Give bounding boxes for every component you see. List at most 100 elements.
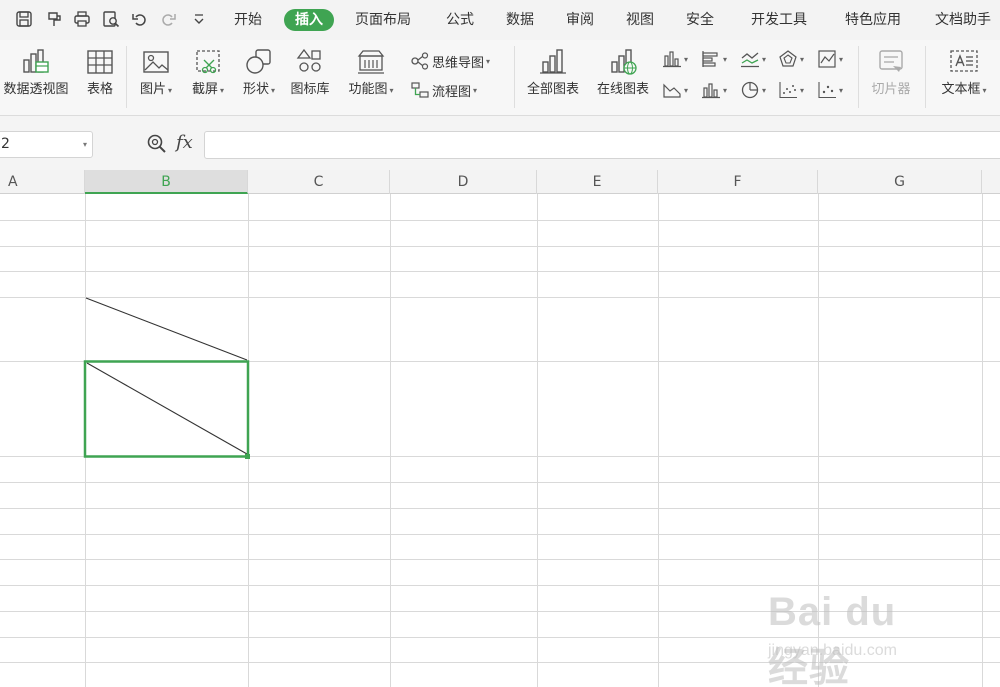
- redo-icon[interactable]: [158, 9, 178, 29]
- online-charts-label: 在线图表: [596, 82, 649, 97]
- formula-input[interactable]: [204, 131, 1000, 159]
- function-chart-button[interactable]: 功能图 ▾: [343, 46, 399, 99]
- icon-library-label: 图标库: [290, 82, 330, 97]
- chevron-down-icon: ▾: [762, 85, 767, 95]
- tab-special[interactable]: 特色应用: [845, 9, 901, 31]
- flowchart-button[interactable]: 流程图 ▾: [410, 80, 477, 100]
- table-label: 表格: [86, 82, 113, 97]
- textbox-button[interactable]: 文本框 ▾: [933, 46, 995, 99]
- customize-icon[interactable]: [189, 9, 209, 29]
- chevron-down-icon: ▾: [800, 54, 805, 64]
- tab-developer[interactable]: 开发工具: [751, 9, 807, 31]
- scatter-chart-dropdown[interactable]: ▾: [778, 80, 818, 100]
- radar-chart-dropdown[interactable]: ▾: [778, 49, 818, 69]
- tab-insert[interactable]: 插入: [284, 9, 334, 31]
- column-header-a[interactable]: A: [0, 170, 85, 194]
- tab-doc-assistant[interactable]: 文档助手: [935, 9, 991, 31]
- tab-page-layout[interactable]: 页面布局: [355, 9, 411, 31]
- chevron-down-icon: ▾: [389, 86, 394, 95]
- pivot-chart-label: 数据透视图: [3, 82, 69, 97]
- ribbon-separator: [858, 46, 859, 108]
- column-header-e[interactable]: E: [537, 170, 658, 194]
- name-box-value: 2: [1, 136, 10, 152]
- column-header-f[interactable]: F: [658, 170, 818, 194]
- picture-button[interactable]: 图片 ▾: [133, 46, 179, 99]
- screenshot-button[interactable]: 截屏 ▾: [185, 46, 231, 99]
- column-chart-icon: [663, 51, 681, 68]
- radar-chart-icon: [779, 50, 797, 67]
- column-header-g[interactable]: G: [818, 170, 982, 194]
- slicer-button[interactable]: 切片器: [866, 46, 916, 98]
- stock-chart-icon: [818, 50, 836, 68]
- line-chart-dropdown[interactable]: ▾: [740, 49, 780, 69]
- tab-data[interactable]: 数据: [506, 9, 534, 31]
- chevron-down-icon: ▾: [723, 54, 728, 64]
- pie-chart-dropdown[interactable]: ▾: [740, 80, 780, 100]
- bar-chart-icon: [540, 49, 566, 74]
- pivot-chart-icon: [23, 49, 49, 73]
- chevron-down-icon: ▾: [684, 85, 689, 95]
- format-painter-icon[interactable]: [44, 9, 64, 29]
- ribbon-insert: 数据透视图 表格 图片 ▾ 截屏 ▾ 形状 ▾ 图标库 功能图 ▾ 思维导图 ▾ 流程图 ▾…: [0, 40, 1000, 116]
- flowchart-icon: [411, 82, 429, 98]
- chevron-down-icon: ▾: [486, 56, 491, 66]
- column-header-b[interactable]: B: [85, 170, 248, 194]
- all-charts-button[interactable]: 全部图表: [522, 46, 584, 98]
- screenshot-label: 截屏: [191, 82, 218, 97]
- icon-library-button[interactable]: 图标库: [287, 46, 333, 98]
- tab-formulas[interactable]: 公式: [446, 9, 474, 31]
- chevron-down-icon: ▾: [684, 54, 689, 64]
- watermark-url: jingyan.baidu.com: [768, 642, 897, 659]
- chevron-down-icon: ▾: [839, 85, 844, 95]
- tab-start[interactable]: 开始: [234, 9, 262, 31]
- undo-icon[interactable]: [130, 9, 150, 29]
- name-box[interactable]: 2 ▾: [0, 131, 93, 158]
- combo-chart-icon: [702, 83, 720, 99]
- bar-chart-dropdown[interactable]: ▾: [701, 49, 741, 69]
- pie-chart-icon: [741, 81, 759, 99]
- stock-chart-dropdown[interactable]: ▾: [817, 49, 857, 69]
- print-preview-icon[interactable]: [101, 9, 121, 29]
- mind-map-button[interactable]: 思维导图 ▾: [410, 51, 490, 71]
- combo-chart-dropdown[interactable]: ▾: [701, 80, 741, 100]
- pivot-chart-button[interactable]: 数据透视图: [0, 46, 74, 98]
- column-chart-dropdown[interactable]: ▾: [662, 49, 702, 69]
- bubble-chart-icon: [818, 82, 836, 99]
- menu-bar: 开始 插入 页面布局 公式 数据 审阅 视图 安全 开发工具 特色应用 文档助手: [0, 0, 1000, 40]
- picture-icon: [143, 51, 169, 73]
- chevron-down-icon: ▾: [762, 54, 767, 64]
- function-chart-label: 功能图: [348, 82, 388, 97]
- chevron-down-icon: ▾: [723, 85, 728, 95]
- slicer-label: 切片器: [871, 82, 911, 97]
- table-button[interactable]: 表格: [80, 46, 120, 98]
- shape-button[interactable]: 形状 ▾: [236, 46, 282, 99]
- all-charts-label: 全部图表: [526, 82, 579, 97]
- column-header-c[interactable]: C: [248, 170, 390, 194]
- insert-function-button[interactable]: fx: [176, 132, 193, 153]
- tab-review[interactable]: 审阅: [566, 9, 594, 31]
- chevron-down-icon: ▾: [220, 86, 225, 95]
- chevron-down-icon: ▾: [168, 86, 173, 95]
- column-header-d[interactable]: D: [390, 170, 537, 194]
- icon-library-icon: [296, 48, 321, 72]
- mind-map-icon: [411, 52, 429, 70]
- picture-label: 图片: [139, 82, 166, 97]
- function-chart-icon: [357, 50, 385, 74]
- ribbon-separator: [126, 46, 127, 108]
- textbox-label: 文本框: [941, 82, 981, 97]
- online-charts-button[interactable]: 在线图表: [592, 46, 654, 98]
- bubble-chart-dropdown[interactable]: ▾: [817, 80, 857, 100]
- tab-security[interactable]: 安全: [686, 9, 714, 31]
- tab-view[interactable]: 视图: [626, 9, 654, 31]
- shape-label: 形状: [242, 82, 269, 97]
- area-chart-dropdown[interactable]: ▾: [662, 80, 702, 100]
- save-icon[interactable]: [14, 9, 34, 29]
- chevron-down-icon: ▾: [982, 86, 987, 95]
- zoom-formula-icon[interactable]: [146, 133, 168, 155]
- chevron-down-icon[interactable]: ▾: [83, 132, 87, 157]
- ribbon-separator: [514, 46, 515, 108]
- table-icon: [87, 50, 113, 74]
- print-icon[interactable]: [72, 9, 92, 29]
- chevron-down-icon: ▾: [839, 54, 844, 64]
- online-chart-icon: [611, 49, 637, 75]
